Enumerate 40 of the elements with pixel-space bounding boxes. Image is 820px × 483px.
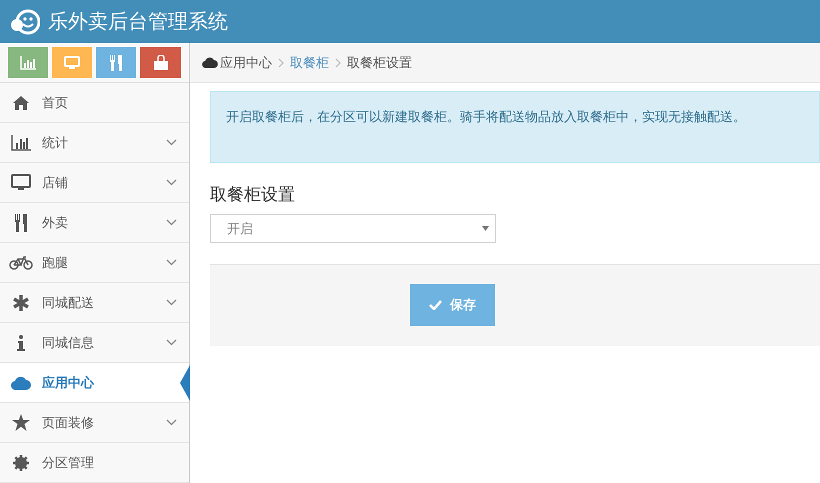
chevron-right-icon: [278, 58, 284, 68]
shortcut-button[interactable]: [8, 47, 48, 78]
shopping-bag-icon: [152, 54, 168, 70]
fork-knife-icon: [14, 214, 28, 232]
sidebar-item[interactable]: 店铺: [0, 163, 189, 203]
select-field[interactable]: 开启: [210, 214, 496, 243]
check-icon: [429, 300, 442, 310]
sidebar-item[interactable]: 分区管理: [0, 443, 189, 483]
app-title: 乐外卖后台管理系统: [48, 8, 228, 35]
monitor-icon: [64, 56, 80, 70]
sidebar-item[interactable]: 统计: [0, 123, 189, 163]
fork-knife-icon: [109, 54, 123, 70]
sidebar-item[interactable]: 应用中心: [0, 363, 189, 403]
shortcut-button[interactable]: [96, 47, 136, 78]
active-indicator-icon: [180, 365, 190, 401]
star-icon: [12, 414, 30, 431]
caret-down-icon: [482, 226, 489, 231]
asterisk-icon: [13, 294, 29, 310]
smiley-logo-icon: [10, 8, 40, 34]
section-heading: 取餐柜设置: [210, 184, 296, 206]
bar-chart-icon: [20, 56, 36, 70]
sidebar-item[interactable]: 外卖: [0, 203, 189, 243]
cloud-icon: [202, 57, 218, 68]
shortcut-button[interactable]: [140, 47, 181, 78]
alert-text: 开启取餐柜后，在分区可以新建取餐柜。骑手将配送物品放入取餐柜中，实现无接触配送。: [226, 110, 746, 125]
cloud-icon: [11, 376, 31, 390]
breadcrumb-current: 取餐柜设置: [347, 54, 412, 72]
home-icon: [12, 94, 30, 110]
shortcut-button[interactable]: [52, 47, 92, 78]
breadcrumb-link[interactable]: 应用中心: [220, 54, 272, 72]
monitor-icon: [11, 174, 31, 192]
chevron-right-icon: [335, 58, 341, 68]
sidebar-item[interactable]: 跑腿: [0, 243, 189, 283]
sidebar-item[interactable]: 同城配送: [0, 283, 189, 323]
info-icon: [17, 334, 25, 350]
sidebar-item[interactable]: 页面装修: [0, 403, 189, 443]
bicycle-icon: [9, 256, 33, 270]
gear-icon: [13, 454, 29, 470]
sidebar-item[interactable]: 首页: [0, 83, 189, 123]
bar-chart-icon: [11, 134, 31, 150]
